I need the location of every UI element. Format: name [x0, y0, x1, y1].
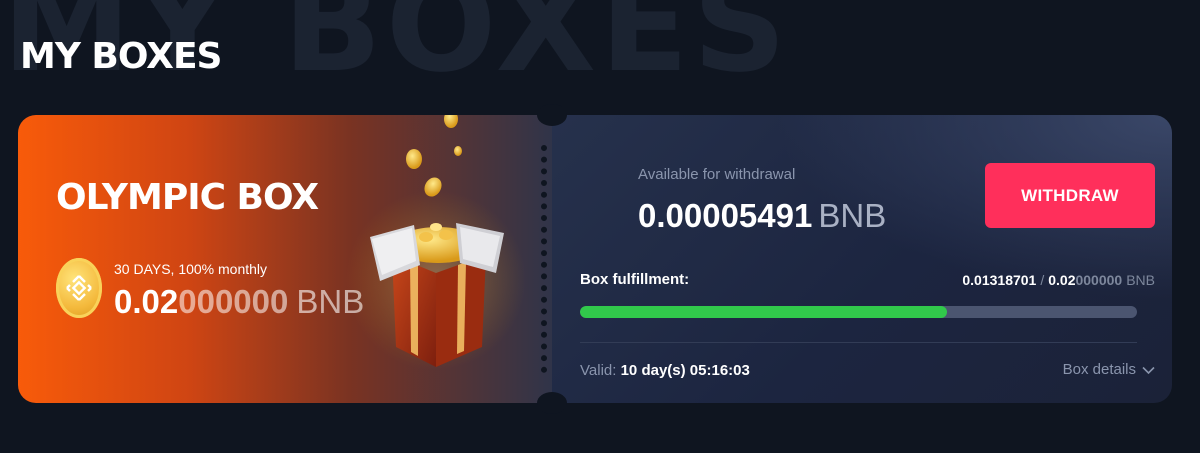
box-info-panel: OLYMPIC BOX 30 DAYS, 100% monthly 0.0200… — [18, 115, 552, 403]
box-card: OLYMPIC BOX 30 DAYS, 100% monthly 0.0200… — [18, 104, 1172, 414]
box-fulfillment-label: Box fulfillment: — [580, 271, 690, 288]
ticket-notch-bottom — [537, 392, 567, 414]
box-fulfillment-current: 0.01318701 — [962, 272, 1037, 288]
withdrawal-panel: Available for withdrawal 0.00005491 BNB W… — [552, 115, 1172, 403]
box-amount: 0.02000000 BNB — [114, 283, 364, 321]
available-withdrawal-amount: 0.00005491 BNB — [638, 197, 886, 235]
box-amount-trailing: 000000 — [178, 283, 289, 320]
box-fulfillment-currency: BNB — [1126, 272, 1155, 288]
divider — [580, 342, 1137, 343]
box-details-label: Box details — [1062, 361, 1136, 378]
available-withdrawal-currency: BNB — [818, 197, 887, 234]
treasure-box-icon — [346, 115, 526, 370]
box-terms: 30 DAYS, 100% monthly — [114, 261, 268, 277]
ticket-notch-top — [537, 104, 567, 126]
box-fulfillment-value: 0.01318701/0.02000000 BNB — [962, 272, 1155, 288]
box-details-toggle[interactable]: Box details — [1063, 361, 1155, 378]
box-fulfillment-target-trailing: 000000 — [1075, 272, 1123, 288]
bnb-coin-icon — [56, 258, 102, 318]
chevron-down-icon — [1142, 366, 1155, 374]
ticket-perforation — [541, 145, 547, 373]
validity-value: 10 day(s) 05:16:03 — [620, 362, 750, 379]
box-fulfillment-target-significant: 0.02 — [1048, 272, 1076, 288]
withdraw-button[interactable]: WITHDRAW — [985, 163, 1155, 228]
page-title: MY BOXES — [20, 36, 222, 77]
available-withdrawal-number: 0.00005491 — [638, 197, 813, 234]
validity-info: Valid: 10 day(s) 05:16:03 — [580, 362, 750, 379]
fulfillment-progress-bar — [580, 306, 1137, 318]
available-withdrawal-label: Available for withdrawal — [638, 166, 796, 183]
box-name: OLYMPIC BOX — [56, 177, 319, 218]
box-fulfillment-separator: / — [1040, 272, 1045, 288]
validity-label: Valid: — [580, 362, 617, 379]
fulfillment-progress-fill — [580, 306, 948, 318]
box-amount-significant: 0.02 — [114, 283, 179, 320]
